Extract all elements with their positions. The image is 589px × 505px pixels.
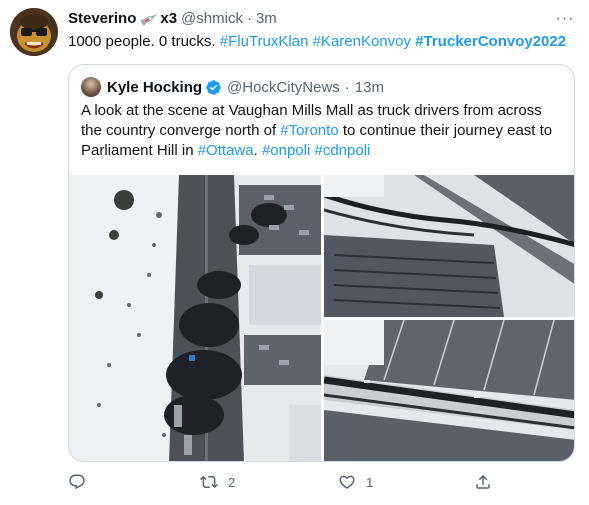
reply-button[interactable] — [68, 470, 96, 494]
share-icon — [476, 474, 490, 489]
author-handle[interactable]: @shmick — [181, 10, 243, 27]
quoted-timestamp: 13m — [354, 78, 384, 96]
hashtag-link[interactable]: #TruckerConvoy2022 — [415, 33, 566, 50]
avatar[interactable] — [10, 8, 58, 56]
separator-dot: · — [344, 78, 350, 96]
tweet-actions-bar: 2 1 — [68, 470, 508, 494]
quoted-text-part: . — [253, 142, 262, 159]
verified-badge-icon — [205, 79, 222, 96]
tweet-header: Steverino x3 @shmick · 3m — [68, 10, 277, 27]
retweet-count: 2 — [228, 474, 236, 490]
hashtag-link[interactable]: #Toronto — [280, 122, 338, 139]
retweet-icon — [200, 475, 218, 489]
share-button[interactable] — [474, 470, 492, 494]
photo-overpass-crowd[interactable] — [324, 320, 574, 461]
syringe-emoji-icon — [140, 12, 158, 26]
reply-icon — [69, 474, 85, 490]
quoted-handle: @HockCityNews — [227, 78, 340, 96]
like-count: 1 — [366, 474, 374, 490]
photo-parking-lot-highway[interactable] — [324, 175, 574, 317]
hashtag-link[interactable]: #FluTruxKlan — [220, 33, 309, 50]
tweet-timestamp[interactable]: 3m — [256, 10, 277, 27]
retweet-button[interactable]: 2 — [200, 470, 235, 494]
photo-aerial-crowd-street[interactable] — [69, 175, 321, 461]
author-display-name[interactable]: Steverino — [68, 10, 136, 27]
quoted-display-name: Kyle Hocking — [107, 78, 203, 96]
author-name-suffix: x3 — [160, 10, 178, 27]
quoted-tweet[interactable]: Kyle Hocking @HockCityNews · 13m A look … — [68, 64, 575, 462]
tweet-text: 1000 people. 0 trucks. #FluTruxKlan #Kar… — [68, 32, 566, 52]
hashtag-link[interactable]: #Ottawa — [198, 142, 254, 159]
like-icon — [339, 475, 355, 489]
tweet-text-plain: 1000 people. 0 trucks. — [68, 33, 220, 50]
more-options-button[interactable]: ··· — [553, 10, 577, 28]
quoted-avatar — [81, 77, 101, 97]
photo-grid — [69, 175, 574, 461]
hashtag-link[interactable]: #cdnpoli — [315, 142, 371, 159]
quoted-tweet-text: A look at the scene at Vaughan Mills Mal… — [81, 101, 565, 161]
separator-dot: · — [246, 10, 252, 27]
tweet[interactable]: Steverino x3 @shmick · 3m ··· 1000 peopl… — [0, 0, 589, 505]
like-button[interactable]: 1 — [338, 470, 373, 494]
hashtag-link[interactable]: #onpoli — [262, 142, 310, 159]
hashtag-link[interactable]: #KarenKonvoy — [313, 33, 411, 50]
quoted-tweet-header: Kyle Hocking @HockCityNews · 13m — [81, 77, 384, 97]
